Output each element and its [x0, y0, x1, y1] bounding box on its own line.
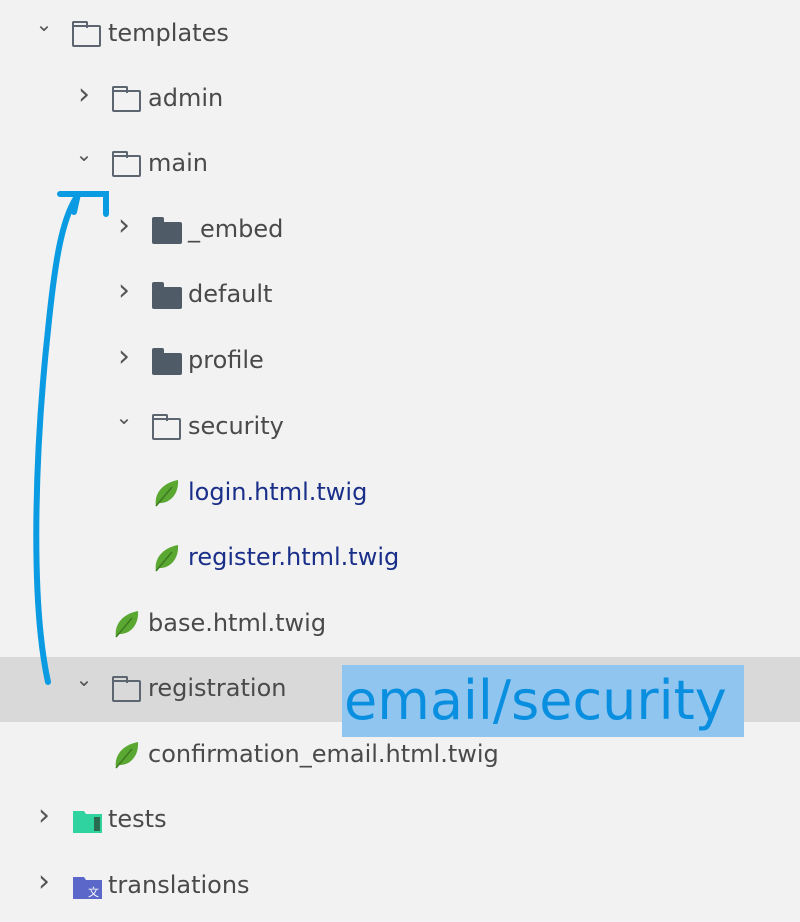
- annotation-label: email/security: [342, 665, 744, 737]
- annotation-arrow: [33, 191, 109, 685]
